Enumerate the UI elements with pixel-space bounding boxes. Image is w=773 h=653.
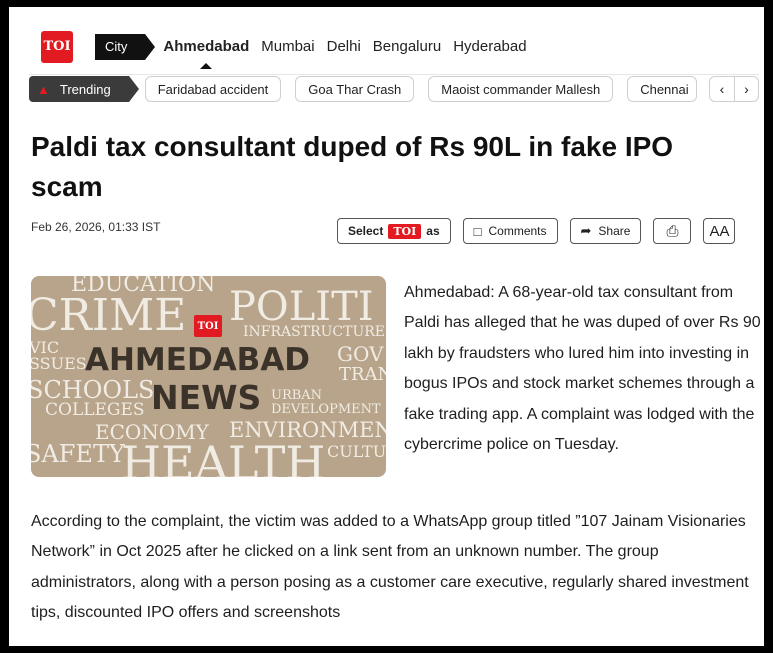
image-word: NEWS xyxy=(151,378,262,417)
comments-label: Comments xyxy=(488,224,547,238)
article-actions: Select TOI as □ Comments ➦ Share ⎙ AA xyxy=(337,218,736,244)
city-link-delhi[interactable]: Delhi xyxy=(327,38,361,55)
image-word: INFRASTRUCTURE xyxy=(243,324,386,340)
comment-icon: □ xyxy=(473,223,482,239)
image-word: CULTUR xyxy=(327,442,386,461)
city-links: Ahmedabad Mumbai Delhi Bengaluru Hyderab… xyxy=(163,38,527,69)
article-image: EDUCATION CRIME TOI POLITI INFRASTRUCTUR… xyxy=(31,276,386,477)
comments-button[interactable]: □ Comments xyxy=(462,218,558,244)
share-button[interactable]: ➦ Share xyxy=(569,218,642,244)
city-link-hyderabad[interactable]: Hyderabad xyxy=(453,38,526,55)
trending-pill[interactable]: Faridabad accident xyxy=(144,76,282,102)
article-headline: Paldi tax consultant duped of Rs 90L in … xyxy=(31,131,674,202)
toi-badge: TOI xyxy=(388,223,422,239)
image-word: TRAN xyxy=(339,364,386,385)
select-prefix: Select xyxy=(348,224,384,238)
font-size-button[interactable]: AA xyxy=(703,218,736,244)
article-lead-paragraph: Ahmedabad: A 68-year-old tax consultant … xyxy=(404,284,761,454)
share-icon: ➦ xyxy=(580,223,592,238)
image-word: GOV xyxy=(337,342,384,366)
share-label: Share xyxy=(598,224,631,238)
trending-pill[interactable]: Chennai xyxy=(627,76,698,102)
city-navigation: TOI City Ahmedabad Mumbai Delhi Bengalur… xyxy=(29,19,759,75)
city-link-ahmedabad[interactable]: Ahmedabad xyxy=(163,38,249,69)
article-body-paragraph: According to the complaint, the victim w… xyxy=(31,513,749,622)
city-chip[interactable]: City xyxy=(95,33,156,60)
image-word: URBAN xyxy=(271,388,323,403)
image-word: SAFETY xyxy=(31,440,125,468)
image-word: COLLEGES xyxy=(45,400,145,420)
image-word: AHMEDABAD xyxy=(85,342,311,378)
trending-tag: ▲ Trending xyxy=(29,76,139,102)
toi-watermark: TOI xyxy=(194,315,222,337)
select-toi-button[interactable]: Select TOI as xyxy=(337,218,451,244)
city-link-mumbai[interactable]: Mumbai xyxy=(261,38,314,55)
image-word: SSUES xyxy=(31,354,87,373)
chevron-right-icon[interactable]: › xyxy=(734,77,758,101)
flame-icon: ▲ xyxy=(37,81,50,97)
select-suffix: as xyxy=(426,224,440,238)
trending-label: Trending xyxy=(59,81,111,97)
trending-bar: ▲ Trending Faridabad accident Goa Thar C… xyxy=(29,73,759,105)
chevron-left-icon[interactable]: ‹ xyxy=(710,77,734,101)
image-word: CRIME xyxy=(31,290,187,341)
trending-arrows: ‹ › xyxy=(709,76,759,102)
browser-page: TOI City Ahmedabad Mumbai Delhi Bengalur… xyxy=(9,7,764,646)
trending-pill[interactable]: Maoist commander Mallesh xyxy=(428,76,614,102)
print-button[interactable]: ⎙ xyxy=(653,218,692,244)
article-dateline: Feb 26, 2026, 01:33 IST xyxy=(31,220,161,234)
city-link-bengaluru[interactable]: Bengaluru xyxy=(373,38,441,55)
image-word: HEALTH xyxy=(121,436,326,477)
image-word: DEVELOPMENT xyxy=(271,402,381,417)
toi-logo[interactable]: TOI xyxy=(41,30,73,63)
trending-pill[interactable]: Goa Thar Crash xyxy=(295,76,415,102)
printer-icon: ⎙ xyxy=(666,222,679,240)
